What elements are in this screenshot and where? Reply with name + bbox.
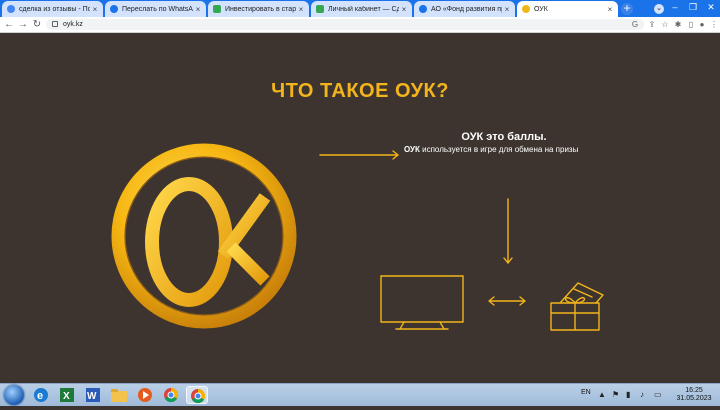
tab-fund[interactable]: АО «Фонд развития предпри × (414, 1, 515, 17)
tab-title: Переслать по WhatsApp (122, 5, 193, 13)
back-icon[interactable]: ← (3, 18, 15, 31)
close-icon[interactable]: × (605, 5, 615, 14)
word-icon[interactable]: W (82, 386, 104, 404)
close-icon[interactable]: × (502, 5, 512, 14)
globe-icon (419, 5, 427, 13)
tab-search-icon[interactable]: ⌄ (654, 4, 664, 14)
tab-whatsapp[interactable]: Переслать по WhatsApp × (105, 1, 206, 17)
chrome-icon[interactable] (112, 386, 134, 404)
tab-title: сделка из отзывы - Поиск в G (19, 5, 90, 13)
chrome-icon[interactable] (160, 386, 182, 404)
tab-title: Личный кабинет — Сделка (328, 5, 399, 13)
sdelka-icon (316, 5, 324, 13)
description-bold: ОУК (404, 145, 420, 154)
tab-google-search[interactable]: сделка из отзывы - Поиск в G × (2, 1, 103, 17)
clock-time: 16:25 (685, 387, 703, 394)
globe-icon (110, 5, 118, 13)
svg-text:X: X (63, 391, 70, 402)
google-icon (7, 5, 15, 13)
profile-icon[interactable]: ● (697, 19, 707, 30)
tv-leg (399, 321, 405, 330)
svg-text:e: e (37, 390, 43, 402)
chrome-active-icon[interactable] (186, 386, 208, 404)
clock-date: 31.05.2023 (676, 395, 712, 402)
tab-strip: сделка из отзывы - Поиск в G × Переслать… (0, 0, 720, 17)
minimize-icon[interactable]: – (668, 2, 682, 12)
new-tab-button[interactable]: + (621, 2, 633, 15)
tab-invest[interactable]: Инвестировать в стартап - Сд × (208, 1, 309, 17)
tv-icon (380, 275, 464, 323)
bookmark-icon[interactable]: ☆ (660, 19, 670, 30)
svg-text:W: W (87, 391, 97, 402)
network-icon[interactable]: ▮ (626, 390, 630, 399)
address-bar[interactable]: oyk.kz (46, 19, 644, 30)
volume-icon[interactable]: ♪ (640, 390, 644, 399)
description-text: ОУК используется в игре для обмена на пр… (404, 145, 624, 154)
tab-oyk[interactable]: ОУК × (517, 1, 618, 17)
tab-cabinet[interactable]: Личный кабинет — Сделка × (311, 1, 412, 17)
maximize-icon[interactable]: ❐ (686, 2, 700, 13)
sidepanel-icon[interactable]: ▯ (686, 19, 696, 30)
share-icon[interactable]: ⇪ (647, 19, 657, 30)
close-icon[interactable]: × (399, 5, 409, 14)
taskbar: e X W EN ▲ ⚑ ▮ ♪ ▭ 16:25 31.05.2023 (0, 383, 720, 406)
forward-icon[interactable]: → (17, 18, 29, 31)
close-window-icon[interactable]: ✕ (704, 2, 718, 13)
flag-icon[interactable]: ⚑ (612, 390, 619, 399)
close-icon[interactable]: × (90, 5, 100, 14)
reload-icon[interactable]: ↻ (31, 18, 43, 31)
tv-leg (439, 321, 445, 330)
language-indicator[interactable]: EN (581, 389, 591, 396)
menu-icon[interactable]: ⋮ (709, 19, 719, 30)
diagram-arrows (319, 150, 604, 331)
excel-icon[interactable]: X (56, 386, 78, 404)
url-text: oyk.kz (63, 21, 83, 28)
browser-toolbar: ← → ↻ oyk.kz G ⇪ ☆ ✱ ▯ ● ⋮ (0, 17, 720, 33)
lock-icon (52, 21, 58, 27)
description-title: ОУК это баллы. (461, 131, 547, 143)
oyk-coin-icon (522, 5, 530, 13)
clock[interactable]: 16:25 31.05.2023 (672, 387, 716, 403)
extensions-icon[interactable]: ✱ (673, 19, 683, 30)
page-content: ЧТО ТАКОЕ ОУК? ОУК это баллы. ОУК исполь… (0, 33, 720, 383)
start-button[interactable] (4, 385, 24, 405)
ie-icon[interactable]: e (30, 386, 52, 404)
google-lens-icon[interactable]: G (630, 19, 640, 30)
sdelka-icon (213, 5, 221, 13)
close-icon[interactable]: × (296, 5, 306, 14)
media-icon[interactable] (134, 386, 156, 404)
tray-expand-icon[interactable]: ▲ (598, 390, 606, 399)
battery-icon[interactable]: ▭ (654, 390, 662, 399)
tab-title: ОУК (534, 5, 548, 13)
description-rest: используется в игре для обмена на призы (419, 145, 579, 154)
tab-title: АО «Фонд развития предпри (431, 5, 502, 13)
tab-title: Инвестировать в стартап - Сд (225, 5, 296, 13)
close-icon[interactable]: × (193, 5, 203, 14)
